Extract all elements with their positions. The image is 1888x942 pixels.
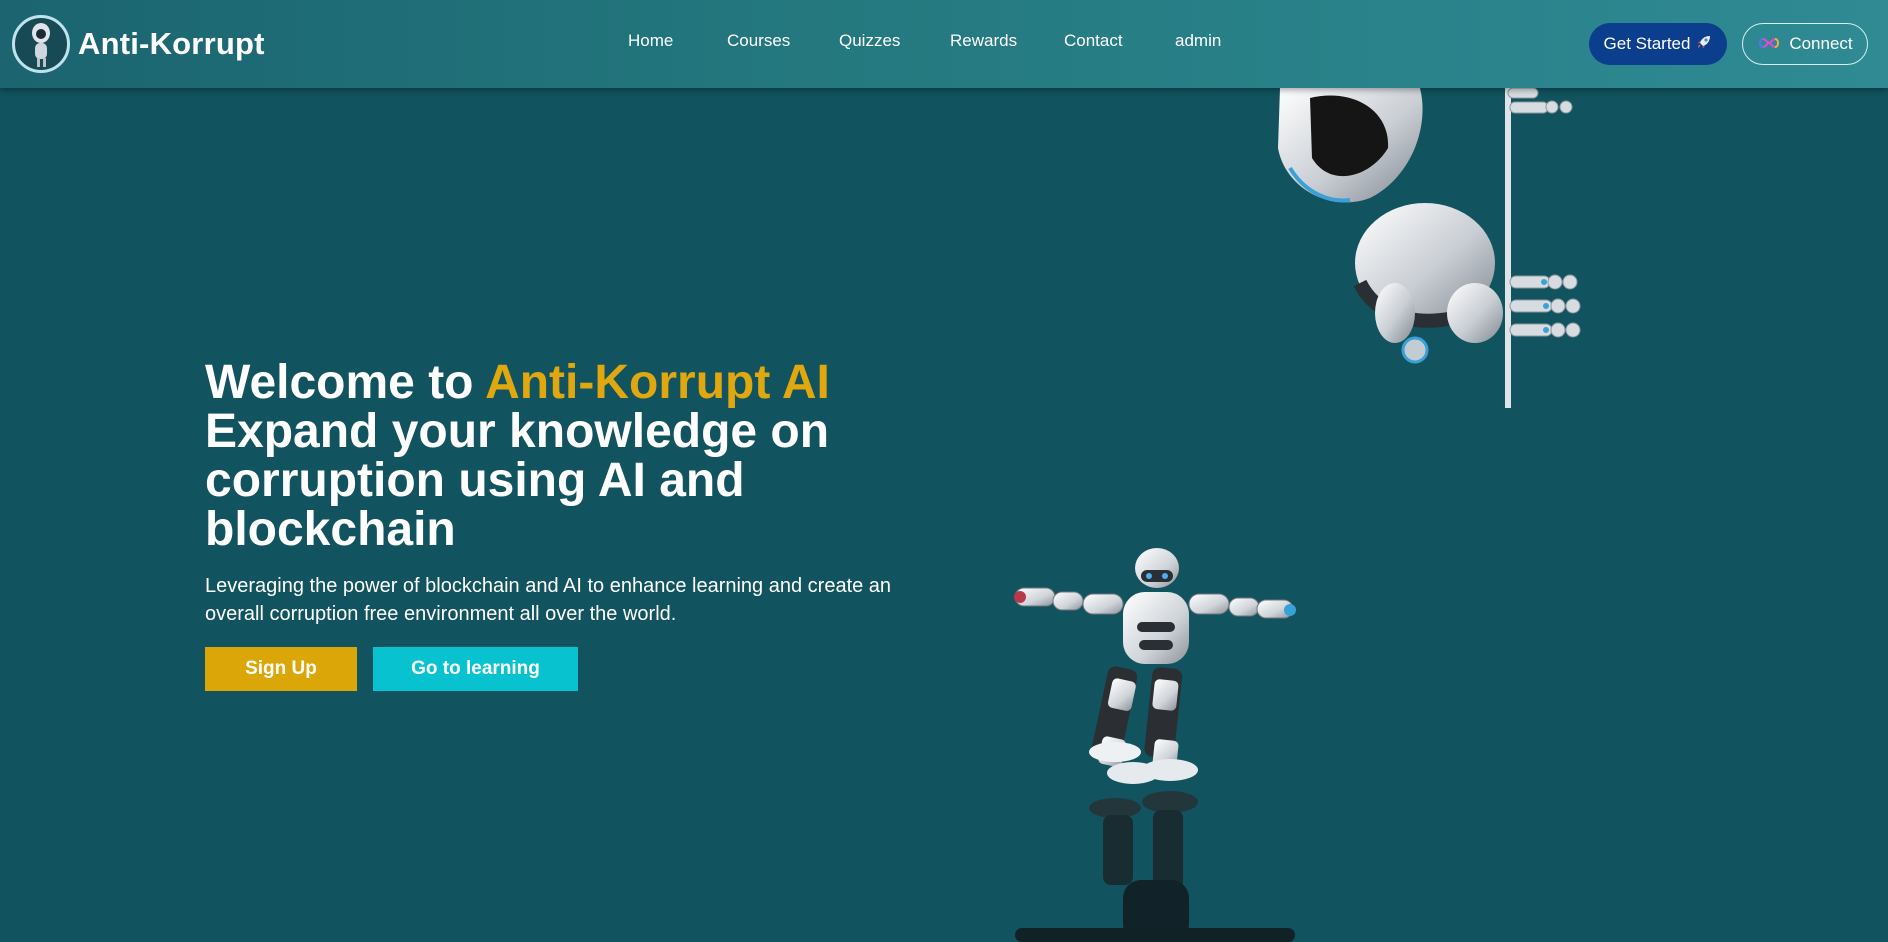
dancing-robot-illustration <box>1005 540 1305 942</box>
go-to-learning-label: Go to learning <box>411 658 540 679</box>
nav-courses[interactable]: Courses <box>727 31 790 51</box>
get-started-button[interactable]: Get Started <box>1589 23 1727 65</box>
robot-logo-icon <box>12 15 70 73</box>
brand-name: Anti-Korrupt <box>78 26 265 61</box>
top-navbar: Anti-Korrupt Home Courses Quizzes Reward… <box>0 0 1888 88</box>
nav-home[interactable]: Home <box>628 31 673 51</box>
connect-label: Connect <box>1789 34 1853 53</box>
nav-admin[interactable]: admin <box>1175 31 1221 51</box>
connect-button[interactable]: Connect <box>1742 23 1868 65</box>
peeking-robot-illustration <box>1270 87 1600 408</box>
hero-title-rest: Expand your knowledge on corruption usin… <box>205 405 830 556</box>
sign-up-label: Sign Up <box>245 658 317 679</box>
hero-description: Leveraging the power of blockchain and A… <box>205 575 892 625</box>
infinity-wallet-icon <box>1757 34 1781 54</box>
rocket-icon <box>1696 34 1712 55</box>
nav-contact[interactable]: Contact <box>1064 31 1123 51</box>
hero-section: Welcome to Anti-Korrupt AI Expand your k… <box>205 358 925 628</box>
hero-title-accent: Anti-Korrupt AI <box>485 356 830 409</box>
sign-up-button[interactable]: Sign Up <box>205 647 357 691</box>
go-to-learning-button[interactable]: Go to learning <box>373 647 578 691</box>
brand[interactable]: Anti-Korrupt <box>12 15 265 73</box>
get-started-label: Get Started <box>1603 34 1691 53</box>
hero-title: Welcome to Anti-Korrupt AI Expand your k… <box>205 358 925 554</box>
nav-quizzes[interactable]: Quizzes <box>839 31 900 51</box>
nav-rewards[interactable]: Rewards <box>950 31 1017 51</box>
hero-title-prefix: Welcome to <box>205 356 486 409</box>
